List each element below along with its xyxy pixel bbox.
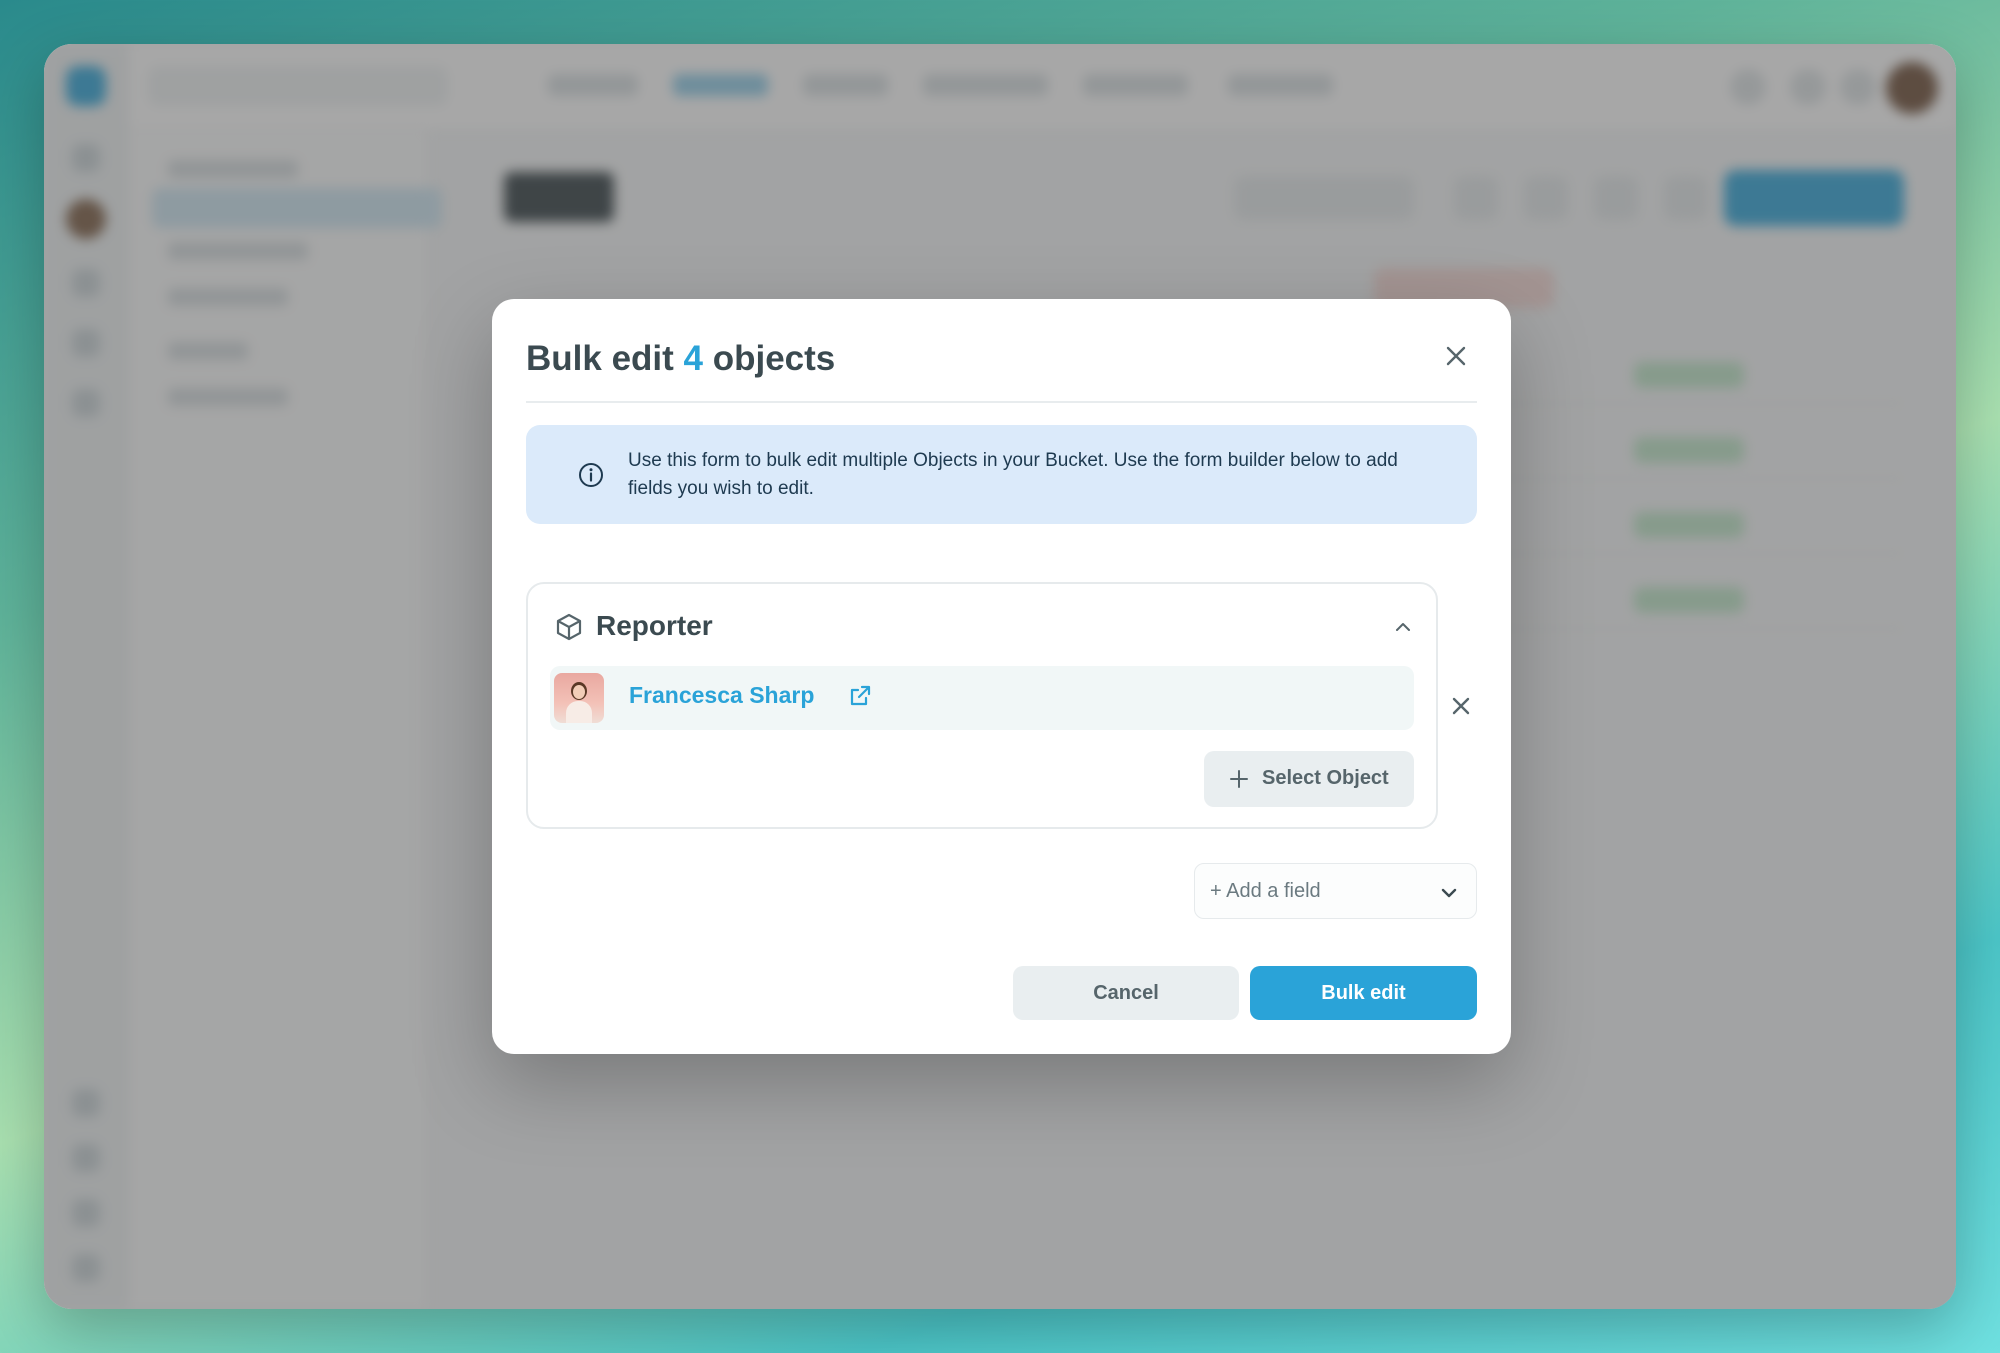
select-object-button[interactable]: Select Object xyxy=(1204,751,1414,807)
object-count: 4 xyxy=(683,339,703,378)
selected-object-row: Francesca Sharp xyxy=(550,666,1414,730)
info-text: Use this form to bulk edit multiple Obje… xyxy=(628,450,1398,499)
object-avatar xyxy=(554,673,604,723)
select-object-label: Select Object xyxy=(1262,767,1389,789)
divider xyxy=(526,401,1477,403)
chevron-up-icon[interactable] xyxy=(1392,616,1414,638)
bulk-edit-modal: Bulk edit 4 objects Use this form to bul… xyxy=(492,299,1511,1054)
title-suffix: objects xyxy=(712,339,836,378)
remove-field-icon[interactable] xyxy=(1447,692,1475,720)
external-link-icon[interactable] xyxy=(848,684,872,708)
object-link[interactable]: Francesca Sharp xyxy=(629,682,814,709)
add-field-select[interactable]: + Add a field xyxy=(1194,863,1477,919)
chevron-down-icon xyxy=(1438,882,1460,904)
modal-title: Bulk edit 4 objects xyxy=(526,339,835,379)
info-banner: Use this form to bulk edit multiple Obje… xyxy=(526,425,1477,524)
info-icon xyxy=(578,462,604,488)
title-prefix: Bulk edit xyxy=(526,339,674,378)
close-icon[interactable] xyxy=(1441,341,1471,371)
cube-icon xyxy=(554,612,584,642)
cancel-button[interactable]: Cancel xyxy=(1013,966,1239,1020)
add-field-placeholder: + Add a field xyxy=(1210,880,1321,902)
plus-icon xyxy=(1228,768,1250,790)
reporter-field-card: Reporter Francesca Sharp Select Object xyxy=(526,582,1438,829)
field-label: Reporter xyxy=(596,610,713,641)
bulk-edit-button[interactable]: Bulk edit xyxy=(1250,966,1477,1020)
